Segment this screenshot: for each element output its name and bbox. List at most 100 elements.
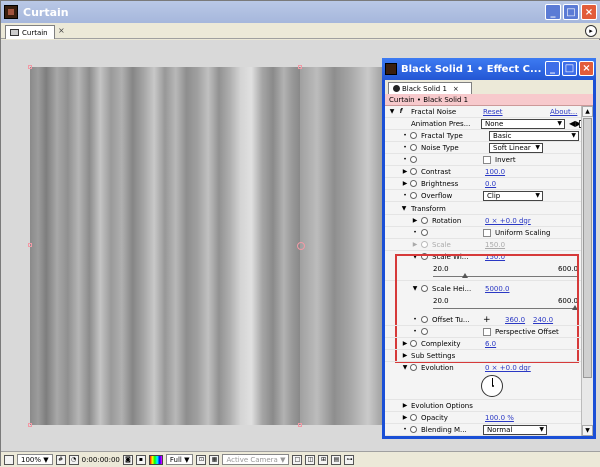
show-snapshot-icon[interactable]: ▪ — [135, 454, 146, 465]
fractal-noise-layer-extension — [300, 67, 385, 425]
tab-close-icon[interactable]: × — [58, 26, 65, 35]
timecode[interactable]: 0:00:00:00 — [82, 456, 120, 464]
twirl-right-icon[interactable]: ▶ — [401, 180, 409, 187]
zoom-dropdown[interactable]: 100% ▼ — [17, 454, 53, 465]
stopwatch-icon[interactable] — [410, 168, 417, 175]
rotation-value[interactable]: 0 × +0.0 dgr — [485, 217, 531, 225]
overflow-row: • Overflow Clip — [385, 190, 581, 202]
scroll-thumb[interactable] — [583, 118, 592, 378]
twirl-right-icon[interactable]: ▶ — [401, 402, 409, 409]
contrast-value[interactable]: 100.0 — [485, 168, 505, 176]
fractal-noise-layer[interactable] — [30, 67, 300, 425]
brightness-value[interactable]: 0.0 — [485, 180, 496, 188]
tab-black-solid[interactable]: Black Solid 1 × — [388, 82, 472, 94]
flowchart-icon[interactable]: ⊶ — [344, 454, 355, 465]
stopwatch-icon[interactable] — [410, 426, 417, 433]
effect-minimize-button[interactable]: _ — [545, 61, 560, 76]
fractal-type-dropdown[interactable]: Basic — [489, 130, 579, 141]
mask-icon[interactable]: ◔ — [68, 454, 79, 465]
tab-curtain[interactable]: Curtain — [5, 25, 55, 39]
region-of-interest-icon[interactable]: ⊡ — [196, 454, 207, 465]
layer-handle-top-left[interactable] — [28, 65, 32, 69]
layer-handle-top-center[interactable] — [298, 65, 302, 69]
stopwatch-icon[interactable] — [421, 328, 428, 335]
layer-handle-middle-left[interactable] — [28, 243, 32, 247]
breadcrumb: Curtain • Black Solid 1 — [385, 94, 593, 106]
close-button[interactable]: × — [581, 4, 597, 20]
scroll-down-icon[interactable]: ▼ — [582, 425, 593, 436]
crosshair-icon[interactable]: + — [483, 315, 491, 325]
minimize-button[interactable]: _ — [545, 4, 561, 20]
layer-handle-bottom-left[interactable] — [28, 423, 32, 427]
twirl-right-icon[interactable]: ▶ — [401, 340, 409, 347]
twirl-down-icon[interactable]: ▼ — [400, 205, 408, 212]
always-preview-icon[interactable] — [4, 454, 14, 465]
toggle-pixel-aspect-icon[interactable]: ◫ — [305, 454, 316, 465]
noise-type-label: Noise Type — [421, 143, 459, 152]
twirl-right-icon[interactable]: ▶ — [401, 352, 409, 359]
twirl-down-icon[interactable]: ▼ — [401, 364, 409, 371]
uniform-scaling-checkbox[interactable] — [483, 228, 491, 237]
stopwatch-icon[interactable] — [410, 414, 417, 421]
effect-maximize-button[interactable]: □ — [562, 61, 577, 76]
stopwatch-icon[interactable] — [410, 132, 417, 139]
resolution-dropdown[interactable]: Full ▼ — [165, 454, 194, 465]
composition-title-bar[interactable]: Curtain _ □ × — [1, 1, 600, 23]
app-icon[interactable] — [385, 63, 397, 75]
app-icon[interactable] — [4, 5, 18, 19]
evolution-value[interactable]: 0 × +0.0 dgr — [485, 364, 531, 372]
twirl-right-icon[interactable]: ▶ — [401, 168, 409, 175]
opacity-value[interactable]: 100.0 % — [485, 414, 514, 422]
stopwatch-icon[interactable] — [410, 144, 417, 151]
complexity-value[interactable]: 6.0 — [485, 340, 496, 348]
twirl-right-icon[interactable]: ▶ — [411, 217, 419, 224]
stopwatch-icon[interactable] — [421, 217, 428, 224]
stopwatch-icon[interactable] — [421, 316, 428, 323]
blending-mode-dropdown[interactable]: Normal — [483, 424, 547, 435]
stopwatch-icon[interactable] — [410, 156, 417, 163]
fast-previews-icon[interactable]: ⊞ — [318, 454, 329, 465]
reset-link[interactable]: Reset — [483, 108, 503, 116]
transform-row: ▼ Transform — [385, 203, 581, 215]
invert-checkbox[interactable] — [483, 155, 491, 164]
effect-close-button[interactable]: × — [579, 61, 594, 76]
view-layout-icon[interactable]: □ — [292, 454, 303, 465]
noise-type-dropdown[interactable]: Soft Linear — [489, 142, 543, 153]
effect-controls-title: Black Solid 1 • Effect C... — [401, 63, 542, 75]
animation-presets-dropdown[interactable]: None — [481, 118, 565, 129]
panel-menu-icon[interactable]: ▸ — [585, 25, 597, 37]
anchor-point-icon[interactable] — [297, 242, 305, 250]
snapshot-icon[interactable]: ◙ — [122, 454, 133, 465]
timeline-icon[interactable]: ▤ — [331, 454, 342, 465]
perspective-offset-checkbox[interactable] — [483, 327, 491, 336]
channel-color-icon[interactable] — [148, 454, 163, 465]
complexity-row: ▶ Complexity 6.0 — [385, 338, 581, 350]
evolution-dial[interactable] — [481, 375, 503, 397]
overflow-dropdown[interactable]: Clip — [483, 190, 543, 201]
effect-scrollbar[interactable]: ▲ ▼ — [581, 106, 593, 436]
stopwatch-icon[interactable] — [410, 180, 417, 187]
twirl-down-icon[interactable]: ▼ — [388, 108, 396, 115]
animation-presets-label: Animation Pres... — [411, 119, 471, 128]
stopwatch-icon[interactable] — [421, 229, 428, 236]
stopwatch-icon[interactable] — [410, 192, 417, 199]
maximize-button[interactable]: □ — [563, 4, 579, 20]
grid-icon[interactable]: # — [55, 454, 66, 465]
transparency-grid-icon[interactable]: ▦ — [209, 454, 220, 465]
fx-enable-icon[interactable]: f — [397, 108, 405, 115]
twirl-right-icon[interactable]: ▶ — [401, 414, 409, 421]
fractal-type-row: • Fractal Type Basic — [385, 130, 581, 142]
stopwatch-icon[interactable] — [410, 340, 417, 347]
scroll-up-icon[interactable]: ▲ — [582, 106, 593, 117]
effect-controls-title-bar[interactable]: Black Solid 1 • Effect C... _ □ × — [382, 58, 596, 80]
offset-y-value[interactable]: 240.0 — [533, 316, 553, 324]
stopwatch-icon[interactable] — [410, 364, 417, 371]
camera-dropdown[interactable]: Active Camera ▼ — [222, 454, 290, 465]
contrast-row: ▶ Contrast 100.0 — [385, 166, 581, 178]
about-link[interactable]: About... — [550, 108, 577, 116]
viewer-status-bar: 100% ▼ # ◔ 0:00:00:00 ◙ ▪ Full ▼ ⊡ ▦ Act… — [1, 451, 600, 467]
effect-tab-close-icon[interactable]: × — [453, 85, 459, 93]
offset-x-value[interactable]: 360.0 — [505, 316, 525, 324]
sub-settings-label: Sub Settings — [411, 351, 456, 360]
layer-handle-bottom-center[interactable] — [298, 423, 302, 427]
